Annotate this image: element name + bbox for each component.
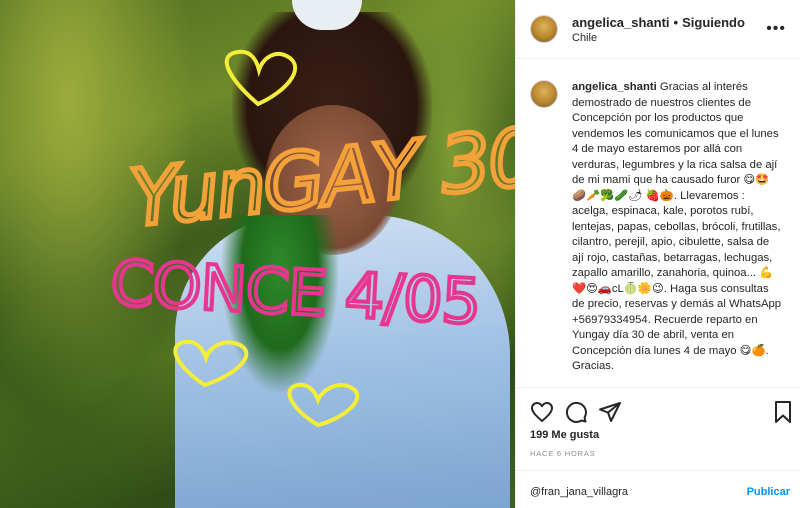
avatar[interactable] <box>530 15 558 43</box>
heart-icon[interactable] <box>530 400 554 424</box>
location-link[interactable]: Chile <box>572 32 745 44</box>
overlay-text-yungay: YunGAY 30/04 <box>126 100 515 245</box>
photo-overlay-drawings: YunGAY 30/04 CONCE 4/05 <box>107 49 515 428</box>
bookmark-icon[interactable] <box>771 400 795 424</box>
header-text: angelica_shanti • Siguiendo Chile <box>572 15 745 44</box>
comment-icon[interactable] <box>564 400 588 424</box>
likes-count[interactable]: 199 Me gusta <box>530 429 599 441</box>
post-header: angelica_shanti • Siguiendo Chile ••• <box>516 0 800 59</box>
caption-username-link[interactable]: angelica_shanti <box>572 81 657 93</box>
caption-avatar[interactable] <box>530 80 558 108</box>
share-icon[interactable] <box>598 400 622 424</box>
heart-doodle-left <box>173 339 249 388</box>
heart-doodle-bottom <box>287 382 360 428</box>
action-bar <box>516 387 800 430</box>
header-line: angelica_shanti • Siguiendo <box>572 15 745 30</box>
publish-button[interactable]: Publicar <box>747 486 790 498</box>
post-photo[interactable]: YunGAY 30/04 CONCE 4/05 <box>0 0 515 508</box>
comment-form: @fran_jana_villagra Publicar <box>516 470 800 508</box>
comment-input[interactable]: @fran_jana_villagra <box>530 486 628 498</box>
post-timestamp: HACE 6 HORAS <box>530 449 596 458</box>
follow-status-button[interactable]: Siguiendo <box>682 15 745 30</box>
separator-dot: • <box>673 14 679 30</box>
comments-section: angelica_shanti Gracias al interés demos… <box>516 60 800 387</box>
caption: angelica_shanti Gracias al interés demos… <box>572 80 782 387</box>
username-link[interactable]: angelica_shanti <box>572 15 670 30</box>
caption-text: Gracias al interés demostrado de nuestro… <box>572 81 782 372</box>
more-options-icon[interactable]: ••• <box>766 20 786 38</box>
overlay-text-conce: CONCE 4/05 <box>109 246 482 338</box>
heart-doodle-top <box>224 49 298 107</box>
